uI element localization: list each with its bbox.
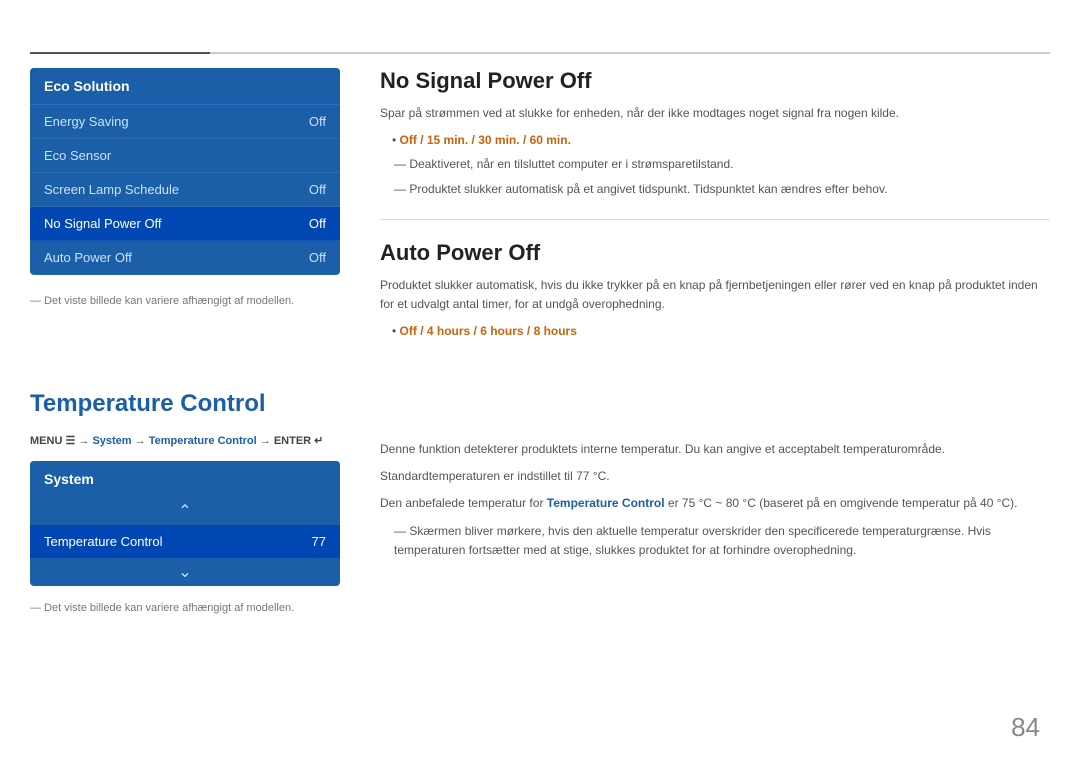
menu-item-screen-lamp-value: Off (309, 182, 326, 197)
chevron-down-icon: ⌄ (178, 562, 191, 582)
menu-item-screen-lamp-label: Screen Lamp Schedule (44, 182, 179, 197)
auto-power-desc: Produktet slukker automatisk, hvis du ik… (380, 276, 1050, 314)
system-arrow-down[interactable]: ⌄ (30, 558, 340, 586)
menu-item-energy-saving-value: Off (309, 114, 326, 129)
system-temp-item-value: 77 (312, 534, 326, 549)
auto-power-title: Auto Power Off (380, 240, 1050, 266)
no-signal-options-text: Off / 15 min. / 30 min. / 60 min. (400, 133, 571, 147)
temperature-desc3: Den anbefalede temperatur for Temperatur… (380, 494, 1050, 513)
right-content-area: No Signal Power Off Spar på strømmen ved… (380, 68, 1050, 346)
menu-item-auto-power-label: Auto Power Off (44, 250, 132, 265)
system-menu-box: System ⌃ Temperature Control 77 ⌄ (30, 461, 340, 586)
auto-power-options: Off / 4 hours / 6 hours / 8 hours (392, 322, 1050, 341)
system-temp-item[interactable]: Temperature Control 77 (30, 525, 340, 558)
system-temp-item-label: Temperature Control (44, 534, 163, 549)
menu-item-auto-power-value: Off (309, 250, 326, 265)
menu-path-enter: ENTER ↵ (274, 435, 324, 447)
menu-item-screen-lamp[interactable]: Screen Lamp Schedule Off (30, 173, 340, 207)
menu-item-energy-saving-label: Energy Saving (44, 114, 129, 129)
eco-solution-header: Eco Solution (30, 68, 340, 105)
menu-item-eco-sensor-label: Eco Sensor (44, 148, 111, 163)
page-number: 84 (1011, 712, 1040, 743)
eco-solution-panel: Eco Solution Energy Saving Off Eco Senso… (30, 68, 340, 307)
menu-path-menu: MENU ☰ (30, 435, 75, 447)
menu-item-eco-sensor[interactable]: Eco Sensor (30, 139, 340, 173)
temperature-right-section: Denne funktion detekterer produktets int… (380, 390, 1050, 565)
menu-item-no-signal[interactable]: No Signal Power Off Off (30, 207, 340, 241)
temperature-desc1: Denne funktion detekterer produktets int… (380, 440, 1050, 459)
no-signal-title: No Signal Power Off (380, 68, 1050, 94)
auto-power-options-text: Off / 4 hours / 6 hours / 8 hours (400, 324, 577, 338)
menu-item-no-signal-label: No Signal Power Off (44, 216, 162, 231)
menu-path-system: System (92, 435, 131, 447)
temperature-title: Temperature Control (30, 390, 340, 418)
menu-path-temp: Temperature Control (149, 435, 257, 447)
no-signal-desc: Spar på strømmen ved at slukke for enhed… (380, 104, 1050, 123)
temperature-left-section: Temperature Control MENU ☰ → System → Te… (30, 390, 340, 614)
menu-item-energy-saving[interactable]: Energy Saving Off (30, 105, 340, 139)
no-signal-options: Off / 15 min. / 30 min. / 60 min. (392, 131, 1050, 150)
temperature-desc3-pre: Den anbefalede temperatur for (380, 496, 547, 510)
menu-item-no-signal-value: Off (309, 216, 326, 231)
section-divider (380, 219, 1050, 220)
temperature-desc3-post: er 75 °C ~ 80 °C (baseret på en omgivend… (665, 496, 1018, 510)
menu-path-arrow3: → (260, 435, 274, 447)
temperature-footnote: ― Det viste billede kan variere afhængig… (30, 602, 340, 614)
menu-item-auto-power[interactable]: Auto Power Off Off (30, 241, 340, 275)
top-line-accent (30, 52, 210, 54)
temperature-menu-path: MENU ☰ → System → Temperature Control → … (30, 434, 340, 447)
eco-solution-menu-box: Eco Solution Energy Saving Off Eco Senso… (30, 68, 340, 275)
system-header: System (30, 461, 340, 497)
menu-path-arrow1: → (78, 435, 92, 447)
temperature-desc3-bold: Temperature Control (547, 496, 665, 510)
temperature-desc2: Standardtemperaturen er indstillet til 7… (380, 467, 1050, 486)
temperature-dash: Skærmen bliver mørkere, hvis den aktuell… (394, 522, 1050, 560)
menu-path-arrow2: → (135, 435, 149, 447)
no-signal-dash1: Deaktiveret, når en tilsluttet computer … (394, 155, 1050, 174)
eco-footnote: ― Det viste billede kan variere afhængig… (30, 295, 340, 307)
system-arrow-up[interactable]: ⌃ (30, 497, 340, 525)
no-signal-dash2: Produktet slukker automatisk på et angiv… (394, 180, 1050, 199)
chevron-up-icon: ⌃ (178, 501, 191, 521)
